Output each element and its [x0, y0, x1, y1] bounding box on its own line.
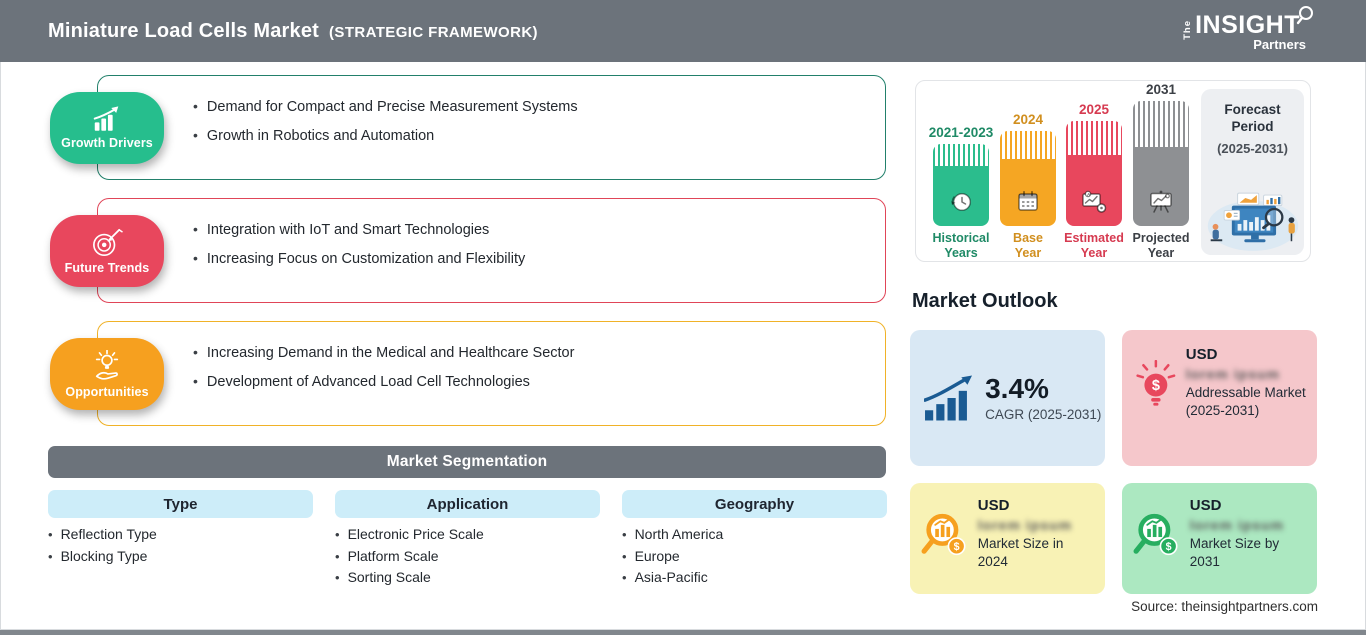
list-item: Demand for Compact and Precise Measureme…: [193, 92, 865, 121]
addressable-market-card: $ USD lorem ipsum Addressable Market (20…: [1122, 330, 1317, 466]
magnifier-icon: [1296, 6, 1313, 25]
growth-drivers-list: Demand for Compact and Precise Measureme…: [98, 76, 885, 150]
type-list: Reflection Type Blocking Type: [48, 524, 313, 567]
base-year-bar: [1000, 131, 1056, 226]
list-item: Integration with IoT and Smart Technolog…: [193, 215, 865, 244]
year-label: 2021-2023: [928, 125, 994, 140]
currency-label: USD: [977, 497, 1010, 514]
market-size-2024-card: $ USD lorem ipsum Market Size in 2024: [910, 483, 1105, 594]
market-size-2031-card: $ USD lorem ipsum Market Size by 2031: [1122, 483, 1317, 594]
logo-the-text: The: [1182, 20, 1194, 40]
list-item: Asia-Pacific: [622, 567, 887, 589]
list-item: Europe: [622, 546, 887, 568]
svg-text:$: $: [1152, 378, 1160, 394]
growth-chart-icon: [93, 106, 119, 131]
forecast-period-title: Forecast Period: [1224, 102, 1281, 134]
card-label: Market Size by 2031: [1189, 536, 1280, 569]
historical-years-bar: [933, 144, 989, 226]
presentation-chart-icon: [1150, 190, 1172, 213]
future-trends-list: Integration with IoT and Smart Technolog…: [98, 199, 885, 273]
dollar-lightbulb-icon: $: [1136, 360, 1176, 406]
svg-text:$: $: [954, 541, 960, 553]
currency-label: USD: [1185, 346, 1218, 363]
opportunities-box: Increasing Demand in the Medical and Hea…: [97, 321, 886, 426]
card-label: Addressable Market (2025-2031): [1185, 385, 1306, 418]
cagr-value: 3.4%: [985, 373, 1049, 404]
list-item: Growth in Robotics and Automation: [193, 121, 865, 150]
estimated-year-bar: A: [1066, 121, 1122, 226]
logo-insight-text: INSIGHT: [1195, 6, 1313, 38]
badge-label: Future Trends: [64, 260, 150, 275]
projected-year-bar: [1133, 101, 1189, 226]
blurred-market-value: lorem ipsum: [977, 517, 1073, 533]
cagr-label: CAGR (2025-2031): [985, 407, 1102, 422]
bottom-strip: [0, 630, 1366, 635]
badge-label: Opportunities: [65, 384, 149, 399]
application-list: Electronic Price Scale Platform Scale So…: [335, 524, 600, 589]
report-subtitle: (STRATEGIC FRAMEWORK): [329, 23, 538, 41]
list-item: Development of Advanced Load Cell Techno…: [193, 367, 865, 396]
blurred-market-value: lorem ipsum: [1185, 366, 1280, 382]
page-title: Miniature Load Cells Market (STRATEGIC F…: [48, 20, 538, 43]
currency-label: USD: [1189, 497, 1222, 514]
list-item: North America: [622, 524, 887, 546]
forecast-period-panel: Forecast Period (2025-2031): [1201, 89, 1304, 255]
hand-lightbulb-icon: [95, 349, 119, 380]
target-dart-icon: [93, 228, 123, 256]
blurred-market-value: lorem ipsum: [1189, 517, 1285, 533]
source-attribution: Source: theinsightpartners.com: [1131, 599, 1318, 614]
insight-partners-logo: The INSIGHT Partners: [1182, 6, 1313, 52]
analytics-illustration: [1207, 192, 1298, 251]
market-segmentation-bar: Market Segmentation: [48, 446, 886, 478]
card-label: Market Size in 2024: [977, 536, 1064, 569]
segmentation-title: Market Segmentation: [386, 453, 548, 470]
logo-partners-text: Partners: [1253, 37, 1306, 52]
list-item: Reflection Type: [48, 524, 313, 546]
badge-label: Growth Drivers: [61, 136, 153, 150]
research-timeline-panel: 2021-2023 2024 2025 2031 A Historical Ye…: [915, 80, 1311, 262]
growth-arrow-chart-icon: [924, 375, 973, 421]
magnifier-chart-dollar-icon: $: [1133, 513, 1178, 556]
market-outlook-title: Market Outlook: [912, 290, 1058, 312]
growth-drivers-badge: Growth Drivers: [50, 92, 164, 164]
clock-history-icon: [951, 192, 972, 212]
projected-year-label: Projected Year: [1132, 231, 1190, 260]
opportunities-list: Increasing Demand in the Medical and Hea…: [98, 322, 885, 396]
list-item: Blocking Type: [48, 546, 313, 568]
list-item: Sorting Scale: [335, 567, 600, 589]
report-title: Miniature Load Cells Market: [48, 19, 320, 42]
future-trends-box: Integration with IoT and Smart Technolog…: [97, 198, 886, 303]
list-item: Platform Scale: [335, 546, 600, 568]
opportunities-badge: Opportunities: [50, 338, 164, 410]
forecast-period-range: (2025-2031): [1217, 141, 1288, 156]
svg-text:$: $: [1166, 541, 1172, 553]
year-label: 2025: [1078, 102, 1110, 117]
list-item: Electronic Price Scale: [335, 524, 600, 546]
cagr-card: 3.4% CAGR (2025-2031): [910, 330, 1105, 466]
header-bar: Miniature Load Cells Market (STRATEGIC F…: [0, 0, 1366, 62]
magnifier-chart-dollar-icon: $: [921, 513, 966, 556]
year-label: 2031: [1145, 82, 1177, 97]
list-item: Increasing Focus on Customization and Fl…: [193, 244, 865, 273]
list-item: Increasing Demand in the Medical and Hea…: [193, 338, 865, 367]
future-trends-badge: Future Trends: [50, 215, 164, 287]
calendar-icon: [1018, 191, 1038, 211]
chart-gear-icon: A: [1082, 190, 1107, 213]
geography-list: North America Europe Asia-Pacific: [622, 524, 887, 589]
growth-drivers-box: Demand for Compact and Precise Measureme…: [97, 75, 886, 180]
segment-header-geography: Geography: [622, 490, 887, 518]
segment-header-type: Type: [48, 490, 313, 518]
segment-header-application: Application: [335, 490, 600, 518]
